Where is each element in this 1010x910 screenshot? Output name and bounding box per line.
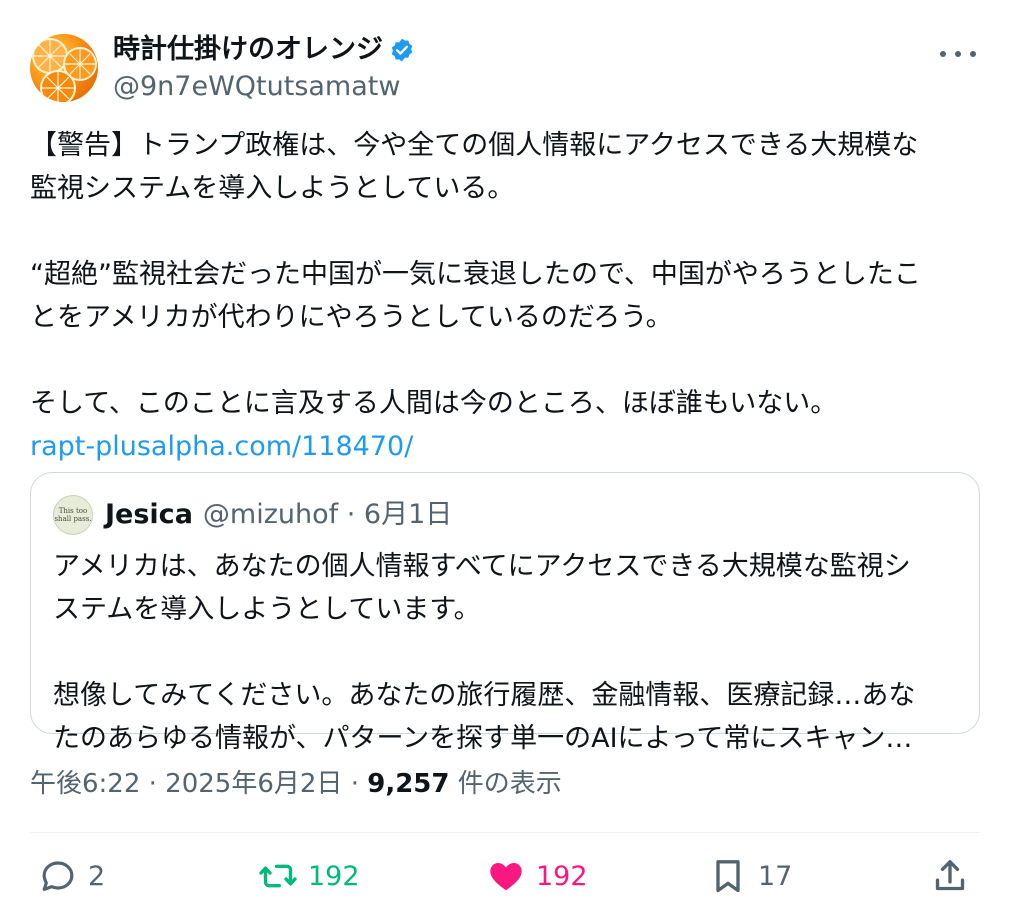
quoted-author-name[interactable]: Jesica <box>105 497 193 533</box>
quoted-post[interactable]: This too shall pass. Jesica @mizuhof · 6… <box>30 472 980 754</box>
post-timestamp[interactable]: 午後6:22 · 2025年6月2日 · <box>30 769 367 799</box>
author-handle[interactable]: @9n7eWQtutsamatw <box>113 70 400 104</box>
quoted-header: Jesica @mizuhof · 6月1日 <box>105 497 452 533</box>
reply-icon <box>42 861 74 891</box>
text-line: “超絶”監視社会だった中国が一気に衰退したので、中国がやろうとしたこ <box>30 259 921 290</box>
quoted-paragraph-1: アメリカは、あなたの個人情報すべてにアクセスできる大規模な監視シ ステムを導入し… <box>53 545 963 631</box>
heart-icon <box>490 863 522 891</box>
quoted-text: アメリカは、あなたの個人情報すべてにアクセスできる大規模な監視シ ステムを導入し… <box>53 545 963 803</box>
repost-icon <box>259 864 297 888</box>
post-link[interactable]: rapt-plusalpha.com/118470/ <box>30 425 980 468</box>
post-text: 【警告】トランプ政権は、今や全ての個人情報にアクセスできる大規模な 監視システム… <box>30 124 980 468</box>
verified-badge-icon <box>391 38 413 62</box>
reply-count: 2 <box>88 860 106 892</box>
display-name-text[interactable]: 時計仕掛けのオレンジ <box>113 32 383 68</box>
text-line: ステムを導入しようとしています。 <box>53 594 481 625</box>
bookmark-icon <box>716 860 740 893</box>
post-card: 時計仕掛けのオレンジ @9n7eWQtutsamatw 【警告】トランプ政権は、… <box>0 0 1010 910</box>
divider <box>30 832 980 833</box>
reply-button[interactable]: 2 <box>38 852 105 900</box>
post-paragraph-3: そして、このことに言及する人間は今のところ、ほぼ誰もいない。 rapt-plus… <box>30 382 980 468</box>
share-icon <box>935 860 965 891</box>
like-button[interactable]: 192 <box>486 852 588 900</box>
bookmark-button[interactable]: 17 <box>708 852 792 900</box>
quoted-handle-date: @mizuhof · 6月1日 <box>202 499 453 530</box>
text-line: アメリカは、あなたの個人情報すべてにアクセスできる大規模な監視シ <box>53 551 911 582</box>
text-line: たのあらゆる情報が、パターンを探す単一のAIによって常にスキャン… <box>53 723 913 754</box>
post-paragraph-1: 【警告】トランプ政権は、今や全ての個人情報にアクセスできる大規模な 監視システム… <box>30 124 980 210</box>
like-count: 192 <box>536 860 588 892</box>
text-line: そして、このことに言及する人間は今のところ、ほぼ誰もいない。 <box>30 388 838 419</box>
view-count: 9,257 <box>367 769 450 799</box>
post-paragraph-2: “超絶”監視社会だった中国が一気に衰退したので、中国がやろうとしたこ とをアメリ… <box>30 253 980 339</box>
quoted-author-avatar[interactable]: This too shall pass. <box>53 495 93 535</box>
quoted-paragraph-2: 想像してみてください。あなたの旅行履歴、金融情報、医療記録…あな たのあらゆる情… <box>53 674 963 760</box>
text-line: 想像してみてください。あなたの旅行履歴、金融情報、医療記録…あな <box>53 680 916 711</box>
action-bar: 2 192 192 17 <box>0 852 1010 900</box>
text-line: 監視システムを導入しようとしている。 <box>30 173 515 204</box>
text-line: とをアメリカが代わりにやろうとしているのだろう。 <box>30 302 673 333</box>
repost-count: 192 <box>308 860 360 892</box>
text-line: 【警告】トランプ政権は、今や全ての個人情報にアクセスできる大規模な <box>30 130 919 161</box>
author-avatar[interactable] <box>30 34 98 102</box>
author-display-name[interactable]: 時計仕掛けのオレンジ <box>113 32 415 68</box>
bookmark-count: 17 <box>758 860 793 892</box>
views-label: 件の表示 <box>449 769 562 799</box>
more-options-icon[interactable] <box>940 42 976 66</box>
post-meta: 午後6:22 · 2025年6月2日 · 9,257 件の表示 <box>30 766 562 802</box>
orange-slices-icon <box>32 38 97 102</box>
repost-button[interactable]: 192 <box>258 852 360 900</box>
share-button[interactable] <box>930 852 970 900</box>
